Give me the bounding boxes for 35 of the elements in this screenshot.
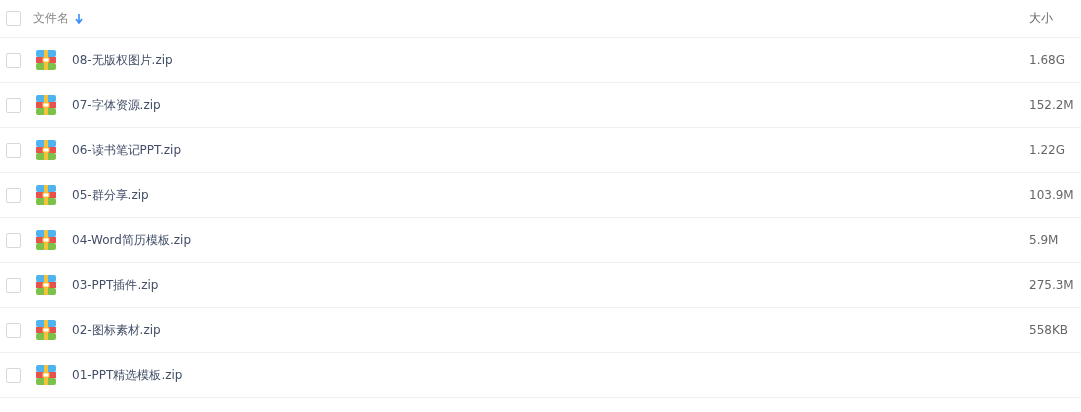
- checkbox[interactable]: [6, 322, 21, 338]
- archive-icon: [36, 320, 56, 340]
- checkbox[interactable]: [6, 142, 21, 158]
- file-size: 103.9M: [1029, 188, 1075, 202]
- checkbox[interactable]: [6, 97, 21, 113]
- checkbox[interactable]: [6, 232, 21, 248]
- file-name[interactable]: 03-PPT插件.zip: [72, 276, 159, 294]
- file-name[interactable]: 04-Word简历模板.zip: [72, 231, 192, 249]
- archive-icon: [36, 230, 56, 250]
- file-name[interactable]: 07-字体资源.zip: [72, 96, 161, 114]
- down-arrow-icon: [75, 13, 83, 24]
- archive-icon: [36, 95, 56, 115]
- file-size: 5.9M: [1029, 233, 1060, 247]
- archive-icon: [36, 185, 56, 205]
- archive-icon: [36, 275, 56, 295]
- file-name[interactable]: 02-图标素材.zip: [72, 321, 161, 339]
- checkbox[interactable]: [6, 277, 21, 293]
- archive-icon: [36, 365, 56, 385]
- archive-icon: [36, 50, 56, 70]
- column-header[interactable]: 大小: [1029, 10, 1081, 27]
- column-header[interactable]: 文件名: [33, 10, 69, 27]
- archive-icon: [36, 140, 56, 160]
- checkbox[interactable]: [6, 52, 21, 68]
- checkbox[interactable]: [6, 11, 21, 26]
- file-size: 558KB: [1029, 323, 1069, 337]
- file-name[interactable]: 08-无版权图片.zip: [72, 51, 173, 69]
- file-name[interactable]: 06-读书笔记PPT.zip: [72, 141, 182, 159]
- checkbox[interactable]: [6, 187, 21, 203]
- file-size: 152.2M: [1029, 98, 1075, 112]
- file-name[interactable]: 05-群分享.zip: [72, 186, 149, 204]
- file-size: 1.68G: [1029, 53, 1067, 67]
- checkbox[interactable]: [6, 367, 21, 383]
- file-size: 275.3M: [1029, 278, 1075, 292]
- file-size: 1.22G: [1029, 143, 1067, 157]
- file-name[interactable]: 01-PPT精选模板.zip: [72, 366, 183, 384]
